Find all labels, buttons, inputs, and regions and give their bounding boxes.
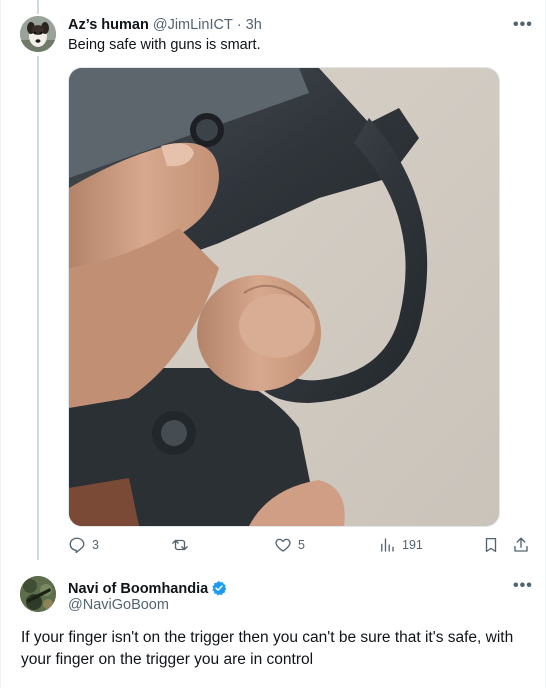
reply-count: 3 bbox=[92, 538, 99, 552]
reply-icon bbox=[69, 537, 85, 554]
bookmark-button[interactable] bbox=[482, 536, 500, 554]
more-icon[interactable]: ••• bbox=[513, 577, 533, 595]
tweet-media-image[interactable] bbox=[68, 67, 500, 527]
retweet-button[interactable] bbox=[171, 536, 195, 554]
reply-button[interactable]: 3 bbox=[68, 536, 99, 554]
thread-connector bbox=[37, 56, 39, 560]
tweet-text: Being safe with guns is smart. bbox=[68, 37, 261, 53]
tweet-text: If your finger isn't on the trigger then… bbox=[21, 629, 514, 668]
avatar[interactable] bbox=[20, 576, 56, 612]
avatar-dog-image bbox=[20, 16, 56, 52]
share-icon bbox=[514, 537, 528, 552]
like-icon bbox=[275, 538, 291, 552]
tweet1-header: Az’s human @JimLinICT · 3h bbox=[68, 17, 262, 33]
like-button[interactable]: 5 bbox=[274, 536, 305, 554]
views-count: 191 bbox=[402, 538, 423, 552]
verified-badge-icon bbox=[211, 580, 227, 600]
author-handle[interactable]: @NaviGoBoom bbox=[68, 597, 169, 613]
like-count: 5 bbox=[298, 538, 305, 552]
separator-dot: · bbox=[236, 17, 242, 33]
views-icon bbox=[381, 538, 394, 552]
author-handle[interactable]: @JimLinICT bbox=[153, 17, 233, 33]
bookmark-icon bbox=[485, 537, 497, 553]
author-name[interactable]: Az’s human bbox=[68, 17, 149, 33]
avatar[interactable] bbox=[20, 16, 56, 52]
tweet2-header: Navi of Boomhandia bbox=[68, 577, 227, 597]
photo-hand-on-pistol-trigger bbox=[69, 68, 499, 526]
timestamp[interactable]: 3h bbox=[246, 17, 262, 33]
thread-connector-top bbox=[37, 0, 39, 14]
author-name[interactable]: Navi of Boomhandia bbox=[68, 581, 208, 597]
share-button[interactable] bbox=[512, 536, 530, 554]
views-button[interactable]: 191 bbox=[378, 536, 423, 554]
tweet-actions-bar: 3 5 191 bbox=[68, 536, 530, 558]
retweet-icon bbox=[172, 539, 188, 551]
frame-left-border bbox=[0, 0, 1, 688]
avatar-camo-image bbox=[20, 576, 56, 612]
more-icon[interactable]: ••• bbox=[513, 16, 533, 34]
